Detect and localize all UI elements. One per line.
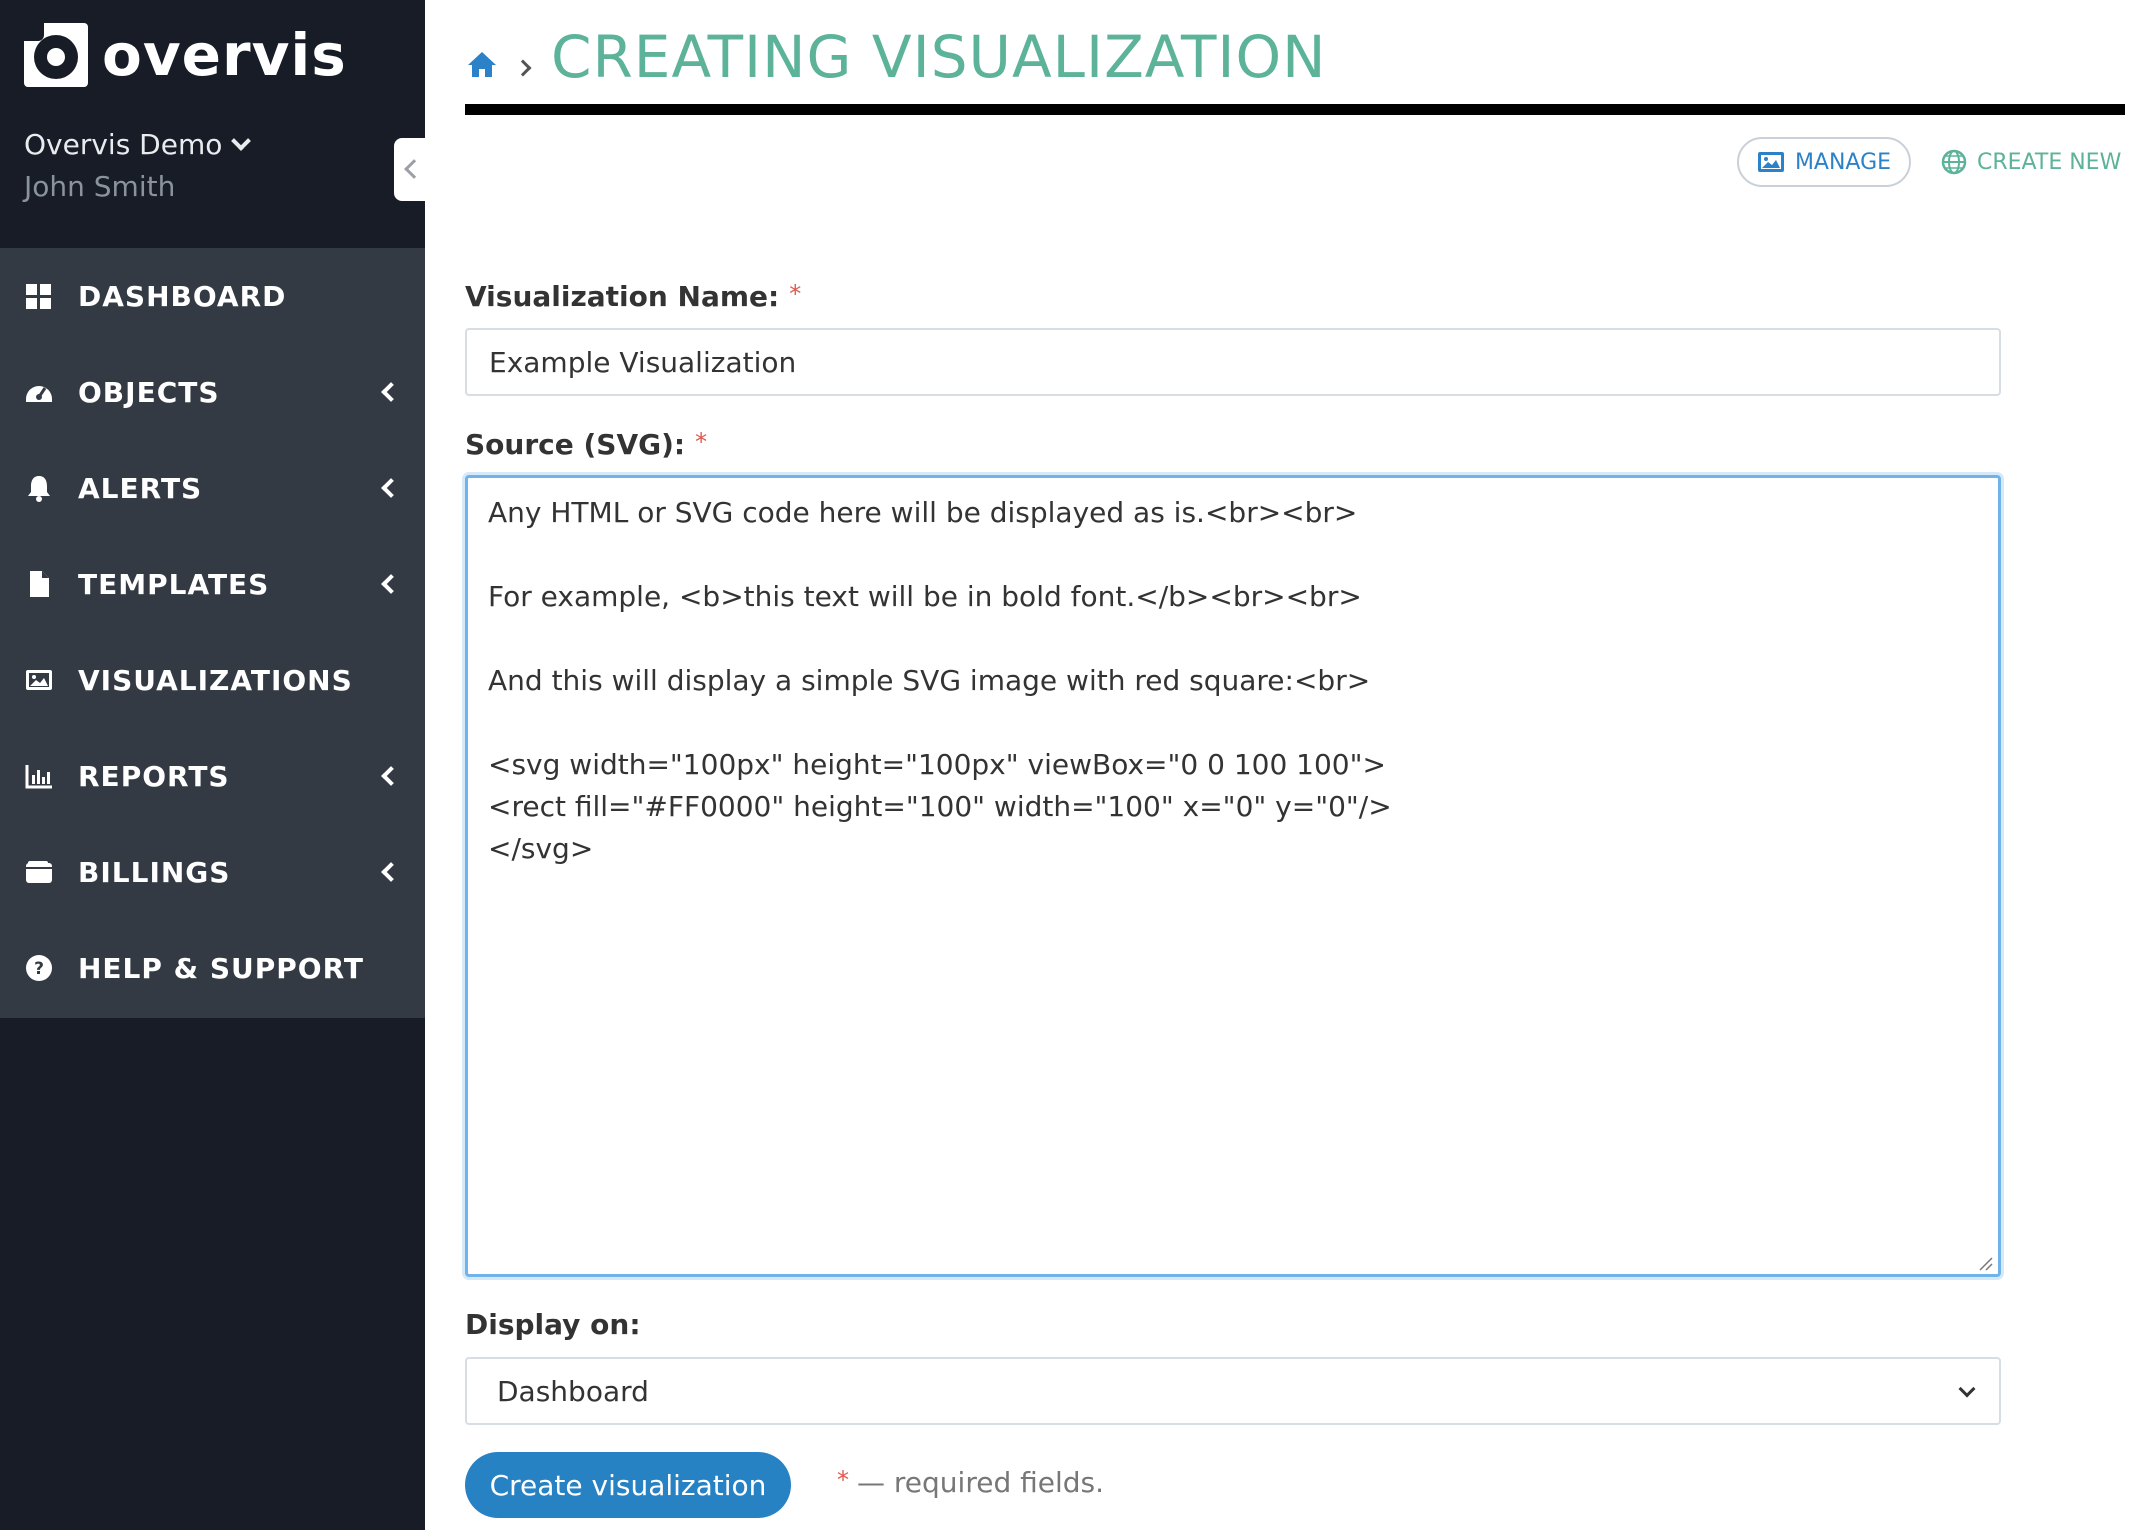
sidebar-item-reports[interactable]: REPORTS bbox=[0, 728, 425, 824]
required-fields-note-text: — required fields. bbox=[857, 1466, 1105, 1499]
file-icon bbox=[30, 571, 49, 597]
bell-icon bbox=[28, 476, 50, 502]
account-org-name: Overvis Demo bbox=[24, 128, 223, 161]
visualization-name-input[interactable] bbox=[465, 328, 2001, 396]
sidebar-item-alerts[interactable]: ALERTS bbox=[0, 440, 425, 536]
sidebar-item-label: OBJECTS bbox=[78, 375, 220, 409]
required-marker: * bbox=[789, 280, 802, 308]
overvis-logo-icon bbox=[24, 23, 88, 87]
main-content: CREATING VISUALIZATION MANAGE CREATE NEW… bbox=[425, 0, 2136, 1530]
globe-icon bbox=[1941, 149, 1967, 175]
sidebar-item-label: BILLINGS bbox=[78, 855, 231, 889]
sidebar-item-label: VISUALIZATIONS bbox=[78, 663, 353, 697]
source-svg-textarea[interactable]: Any HTML or SVG code here will be displa… bbox=[465, 475, 2001, 1277]
chevron-down-icon bbox=[231, 130, 252, 151]
sidebar-item-label: REPORTS bbox=[78, 759, 230, 793]
title-divider bbox=[465, 104, 2125, 115]
chevron-left-icon bbox=[404, 159, 424, 179]
display-on-select[interactable]: Dashboard bbox=[465, 1357, 2001, 1425]
chevron-down-icon bbox=[1958, 1380, 1976, 1398]
image-icon bbox=[1757, 152, 1784, 172]
sidebar-item-visualizations[interactable]: VISUALIZATIONS bbox=[0, 632, 425, 728]
sidebar-item-label: TEMPLATES bbox=[78, 567, 270, 601]
create-new-link[interactable]: CREATE NEW bbox=[1941, 137, 2121, 187]
display-on-label: Display on: bbox=[465, 1308, 641, 1341]
visualization-name-label-text: Visualization Name: bbox=[465, 280, 780, 313]
brand-name: overvis bbox=[102, 21, 347, 89]
required-fields-note: * — required fields. bbox=[837, 1466, 1104, 1499]
chevron-left-icon bbox=[381, 862, 401, 882]
source-svg-label-text: Source (SVG): bbox=[465, 428, 686, 461]
home-icon[interactable] bbox=[465, 47, 499, 81]
chevron-left-icon bbox=[381, 766, 401, 786]
sidebar-item-label: HELP & SUPPORT bbox=[78, 951, 364, 985]
svg-text:?: ? bbox=[34, 959, 44, 979]
account-user-name: John Smith bbox=[24, 170, 176, 203]
sidebar: overvis Overvis Demo John Smith DASHBOAR… bbox=[0, 0, 425, 1530]
account-switcher[interactable]: Overvis Demo bbox=[24, 128, 252, 161]
create-visualization-button[interactable]: Create visualization bbox=[465, 1452, 791, 1518]
sidebar-item-objects[interactable]: OBJECTS bbox=[0, 344, 425, 440]
sidebar-item-templates[interactable]: TEMPLATES bbox=[0, 536, 425, 632]
dashboard-icon bbox=[26, 284, 51, 309]
image-icon bbox=[26, 670, 52, 690]
required-marker: * bbox=[837, 1466, 849, 1494]
resize-handle-icon[interactable] bbox=[1977, 1255, 1993, 1271]
chevron-left-icon bbox=[381, 478, 401, 498]
sidebar-menu: DASHBOARD OBJECTS ALERTS TEMPLATES VISUA… bbox=[0, 248, 425, 1018]
chevron-left-icon bbox=[381, 382, 401, 402]
sidebar-item-dashboard[interactable]: DASHBOARD bbox=[0, 248, 425, 344]
page-title: CREATING VISUALIZATION bbox=[551, 23, 1327, 91]
bar-chart-icon bbox=[25, 765, 52, 789]
sidebar-item-billings[interactable]: BILLINGS bbox=[0, 824, 425, 920]
sidebar-item-label: DASHBOARD bbox=[78, 279, 287, 313]
create-new-label: CREATE NEW bbox=[1977, 149, 2122, 175]
breadcrumb-separator-icon bbox=[514, 59, 532, 77]
sidebar-collapse-button[interactable] bbox=[394, 138, 425, 201]
breadcrumb: CREATING VISUALIZATION bbox=[465, 22, 1327, 92]
sidebar-item-label: ALERTS bbox=[78, 471, 203, 505]
sidebar-item-help-support[interactable]: ? HELP & SUPPORT bbox=[0, 920, 425, 1016]
gauge-icon bbox=[26, 386, 52, 402]
source-svg-label: Source (SVG): * bbox=[465, 428, 707, 461]
wallet-icon bbox=[26, 861, 52, 883]
required-marker: * bbox=[695, 428, 708, 456]
question-circle-icon: ? bbox=[26, 955, 52, 981]
display-on-selected-value: Dashboard bbox=[497, 1374, 649, 1408]
brand-logo[interactable]: overvis bbox=[24, 22, 347, 88]
manage-button[interactable]: MANAGE bbox=[1737, 137, 1911, 187]
visualization-name-label: Visualization Name: * bbox=[465, 280, 801, 313]
chevron-left-icon bbox=[381, 574, 401, 594]
manage-button-label: MANAGE bbox=[1794, 149, 1892, 175]
